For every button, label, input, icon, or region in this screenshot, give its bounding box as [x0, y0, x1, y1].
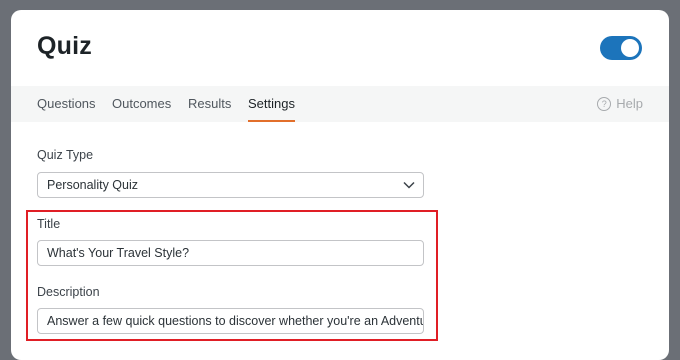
highlight-box [26, 210, 438, 341]
toggle-knob [621, 39, 639, 57]
quiz-type-select[interactable]: Personality Quiz [37, 172, 424, 198]
chevron-down-icon [403, 181, 415, 189]
tab-settings[interactable]: Settings [248, 86, 295, 122]
help-link[interactable]: ? Help [597, 86, 643, 122]
quiz-type-selected-value: Personality Quiz [47, 178, 139, 192]
quiz-type-label: Quiz Type [37, 148, 94, 162]
tab-questions[interactable]: Questions [37, 86, 96, 122]
help-icon: ? [597, 96, 612, 111]
tab-results[interactable]: Results [188, 86, 231, 122]
tab-bar: Questions Outcomes Results Settings ? Hel… [11, 86, 669, 122]
help-label: Help [616, 96, 643, 111]
quiz-enable-toggle[interactable] [600, 36, 642, 60]
tab-outcomes[interactable]: Outcomes [112, 86, 171, 122]
panel-header: Quiz [11, 10, 669, 86]
page-title: Quiz [37, 32, 92, 60]
